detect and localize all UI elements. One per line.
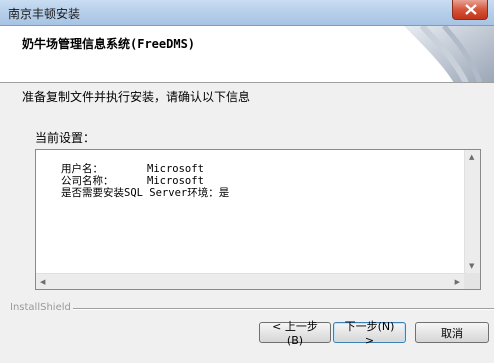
instruction-text: 准备复制文件并执行安装，请确认以下信息 — [22, 90, 251, 104]
horizontal-scrollbar[interactable]: ◀ ▶ — [36, 273, 464, 289]
settings-row: 用户名： Microsoft — [61, 163, 229, 175]
settings-list: 用户名： Microsoft 公司名称： Microsoft 是否需要安装SQL S… — [61, 163, 229, 199]
setting-value: Microsoft — [147, 175, 204, 187]
setting-key: 是否需要安装SQL Server环境： — [61, 187, 219, 199]
installshield-brand: InstallShield — [10, 302, 71, 313]
setting-key: 公司名称： — [61, 175, 114, 187]
scroll-left-icon[interactable]: ◀ — [40, 278, 45, 286]
title-bar[interactable]: 南京丰顿安装 — [0, 0, 494, 26]
back-button[interactable]: < 上一步(B) — [259, 320, 331, 347]
close-icon — [465, 4, 477, 15]
installer-window: 南京丰顿安装 奶牛场管理信息系统(FreeDMS) 准备复制文件并执行安装，请确… — [0, 0, 494, 363]
scroll-up-icon[interactable]: ▲ — [469, 153, 474, 161]
close-button[interactable] — [452, 0, 488, 20]
settings-row: 是否需要安装SQL Server环境：是 — [61, 187, 229, 199]
current-settings-label: 当前设置： — [35, 131, 96, 145]
cancel-button[interactable]: 取消 — [415, 322, 489, 343]
setting-key: 用户名： — [61, 163, 103, 175]
product-title: 奶牛场管理信息系统(FreeDMS) — [22, 37, 196, 51]
header-banner: 奶牛场管理信息系统(FreeDMS) — [0, 26, 494, 83]
settings-textbox[interactable]: 用户名： Microsoft 公司名称： Microsoft 是否需要安装SQL S… — [35, 149, 481, 290]
window-title: 南京丰顿安装 — [8, 7, 81, 21]
setting-value: Microsoft — [147, 163, 204, 175]
next-button[interactable]: 下一步(N) > — [333, 320, 406, 347]
installshield-graphic — [404, 26, 494, 82]
settings-row: 公司名称： Microsoft — [61, 175, 229, 187]
vertical-scrollbar[interactable]: ▲ ▼ — [464, 150, 480, 273]
footer-divider — [73, 308, 494, 310]
scrollbar-corner — [464, 273, 480, 289]
scroll-down-icon[interactable]: ▼ — [469, 262, 474, 270]
setting-value: 是 — [218, 187, 230, 199]
scroll-right-icon[interactable]: ▶ — [455, 278, 460, 286]
